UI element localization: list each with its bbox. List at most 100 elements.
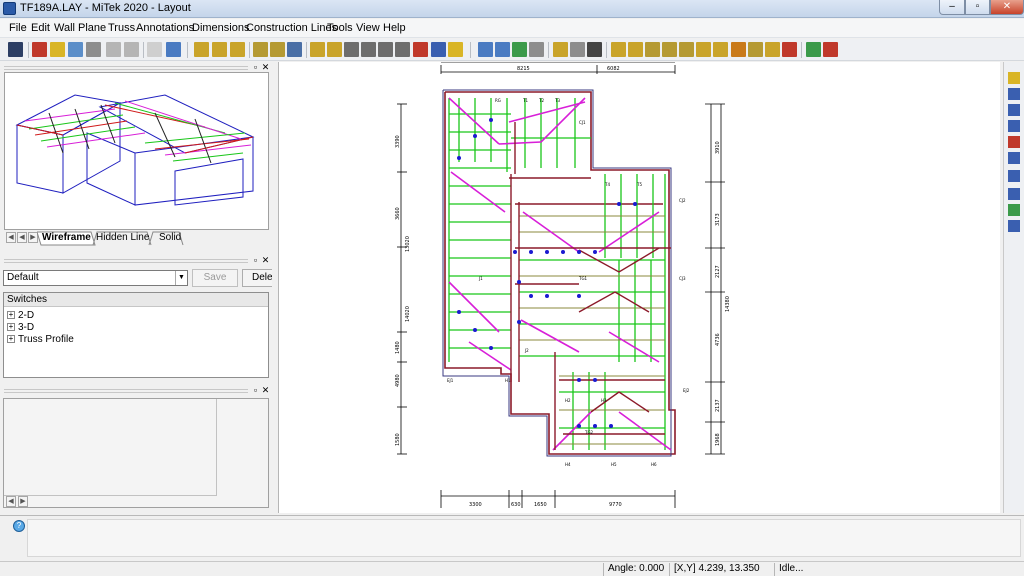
- menu-tools[interactable]: Tools: [327, 22, 353, 34]
- tree-item-truss-profile[interactable]: + Truss Profile: [7, 334, 74, 345]
- menu-view[interactable]: View: [356, 22, 380, 34]
- delete-truss-icon[interactable]: [782, 42, 797, 57]
- scissors-icon[interactable]: [823, 42, 838, 57]
- zoom-out-icon[interactable]: [495, 42, 510, 57]
- horizontal-scrollbar[interactable]: ◀ ▶: [4, 495, 217, 507]
- pan-icon[interactable]: [529, 42, 544, 57]
- tree-item-3d[interactable]: +3-D: [7, 322, 34, 333]
- distribute-icon[interactable]: [1008, 170, 1020, 182]
- menu-file[interactable]: File: [9, 22, 27, 34]
- expand-icon[interactable]: +: [7, 335, 15, 344]
- gable-roof-icon[interactable]: [327, 42, 342, 57]
- column-icon[interactable]: [731, 42, 746, 57]
- text-icon[interactable]: [395, 42, 410, 57]
- binoculars-icon[interactable]: [587, 42, 602, 57]
- undo-icon[interactable]: [106, 42, 121, 57]
- measure-icon[interactable]: [1008, 220, 1020, 232]
- beam-icon[interactable]: [378, 42, 393, 57]
- grid-icon[interactable]: [1008, 104, 1020, 116]
- menu-construction-lines[interactable]: Construction Lines: [246, 22, 337, 34]
- menu-annotations[interactable]: Annotations: [136, 22, 194, 34]
- tab-scroll-prev-icon[interactable]: ◀: [17, 232, 27, 243]
- block-icon[interactable]: [86, 42, 101, 57]
- panel-pin-icon[interactable]: ▫: [251, 256, 260, 265]
- print-icon[interactable]: [32, 42, 47, 57]
- tab-solid[interactable]: Solid: [159, 232, 181, 243]
- plane-icon[interactable]: [253, 42, 268, 57]
- offset-icon[interactable]: [1008, 204, 1020, 216]
- menu-plane[interactable]: Plane: [78, 22, 106, 34]
- minimize-button[interactable]: –: [939, 0, 965, 15]
- tab-scroll-first-icon[interactable]: ◀: [6, 232, 16, 243]
- menu-wall[interactable]: Wall: [54, 22, 75, 34]
- hip-icon[interactable]: [662, 42, 677, 57]
- bracing-icon[interactable]: [713, 42, 728, 57]
- panel-close-icon[interactable]: ✕: [261, 386, 270, 395]
- zoom-in-icon[interactable]: [478, 42, 493, 57]
- valley-icon[interactable]: [679, 42, 694, 57]
- help-icon[interactable]: ?: [13, 520, 25, 532]
- select-icon[interactable]: [147, 42, 162, 57]
- truss-gen-icon[interactable]: [611, 42, 626, 57]
- save-icon[interactable]: [8, 42, 23, 57]
- panel-pin-icon[interactable]: ▫: [251, 386, 260, 395]
- wall-tool-icon[interactable]: [194, 42, 209, 57]
- panel-grip[interactable]: [4, 259, 248, 263]
- 3d-preview[interactable]: [4, 72, 269, 230]
- tools-icon[interactable]: [806, 42, 821, 57]
- layer-icon[interactable]: [1008, 72, 1020, 84]
- move-icon[interactable]: [166, 42, 181, 57]
- maximize-button[interactable]: ▫: [965, 0, 990, 15]
- menu-dimensions[interactable]: Dimensions: [192, 22, 249, 34]
- preset-select[interactable]: Default ▼: [3, 270, 188, 286]
- zoom-fit-icon[interactable]: [512, 42, 527, 57]
- command-field[interactable]: [27, 519, 1021, 557]
- jack-icon[interactable]: [645, 42, 660, 57]
- panel-close-icon[interactable]: ✕: [261, 63, 270, 72]
- mirror-icon[interactable]: [1008, 188, 1020, 200]
- panel-close-icon[interactable]: ✕: [261, 256, 270, 265]
- redo-icon[interactable]: [124, 42, 139, 57]
- wall-edit-icon[interactable]: [212, 42, 227, 57]
- tab-wireframe[interactable]: Wireframe: [42, 232, 91, 243]
- open-icon[interactable]: [68, 42, 83, 57]
- drawing-canvas[interactable]: 8215 6082 3300 630 1650 9770 3390 3660 1…: [278, 61, 1000, 513]
- triangle-icon[interactable]: [344, 42, 359, 57]
- panel-grip[interactable]: [4, 66, 248, 70]
- tree-item-2d[interactable]: +2-D: [7, 310, 34, 321]
- truss-edit-icon[interactable]: [570, 42, 585, 57]
- delete-button[interactable]: Delete: [242, 269, 272, 287]
- panel-pin-icon[interactable]: ▫: [251, 63, 260, 72]
- save-button[interactable]: Save: [192, 269, 238, 287]
- expand-icon[interactable]: +: [7, 323, 15, 332]
- tab-hidden-line[interactable]: Hidden Line: [96, 232, 149, 243]
- scroll-right-icon[interactable]: ▶: [18, 496, 28, 507]
- wall-split-icon[interactable]: [230, 42, 245, 57]
- app-icon[interactable]: [3, 2, 16, 15]
- ortho-icon[interactable]: [1008, 120, 1020, 132]
- scroll-left-icon[interactable]: ◀: [6, 496, 16, 507]
- girder-icon[interactable]: [696, 42, 711, 57]
- chevron-down-icon[interactable]: ▼: [175, 271, 187, 285]
- dimension-icon[interactable]: [413, 42, 428, 57]
- close-button[interactable]: ✕: [990, 0, 1024, 15]
- truss-layout-icon[interactable]: [628, 42, 643, 57]
- truss-icon[interactable]: [553, 42, 568, 57]
- plane-edit-icon[interactable]: [270, 42, 285, 57]
- flag-icon[interactable]: [431, 42, 446, 57]
- roof-icon[interactable]: [748, 42, 763, 57]
- align-icon[interactable]: [1008, 152, 1020, 164]
- hip-end-icon[interactable]: [765, 42, 780, 57]
- delete-icon[interactable]: [1008, 136, 1020, 148]
- snap-icon[interactable]: [1008, 88, 1020, 100]
- walls-icon[interactable]: [50, 42, 65, 57]
- panel-grip[interactable]: [4, 389, 248, 393]
- menu-truss[interactable]: Truss: [108, 22, 135, 34]
- menu-edit[interactable]: Edit: [31, 22, 50, 34]
- house-icon[interactable]: [361, 42, 376, 57]
- expand-icon[interactable]: +: [7, 311, 15, 320]
- plane-join-icon[interactable]: [287, 42, 302, 57]
- hip-roof-icon[interactable]: [310, 42, 325, 57]
- menu-help[interactable]: Help: [383, 22, 406, 34]
- tag-icon[interactable]: [448, 42, 463, 57]
